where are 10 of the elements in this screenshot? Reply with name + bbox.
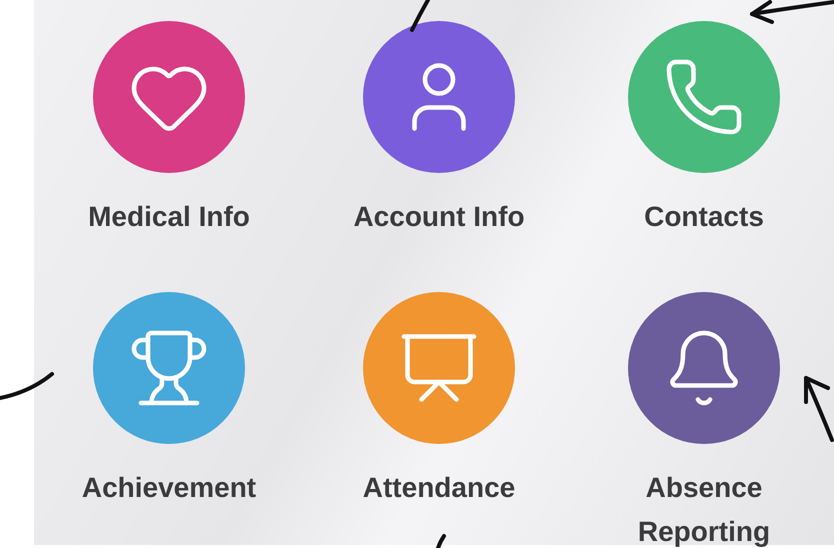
tile-label: Medical Info	[87, 200, 251, 234]
tile-label: Account Info	[352, 200, 526, 234]
tile-label: Achievement	[80, 471, 258, 505]
tile-label: Contacts	[643, 200, 765, 234]
annotation-stroke	[410, 0, 430, 32]
tile-label: Attendance	[362, 471, 516, 505]
annotation-stroke	[0, 372, 54, 400]
tile-label: Absence Reporting	[636, 471, 772, 548]
annotation-stroke	[436, 534, 446, 548]
annotation-arrow	[804, 376, 834, 442]
